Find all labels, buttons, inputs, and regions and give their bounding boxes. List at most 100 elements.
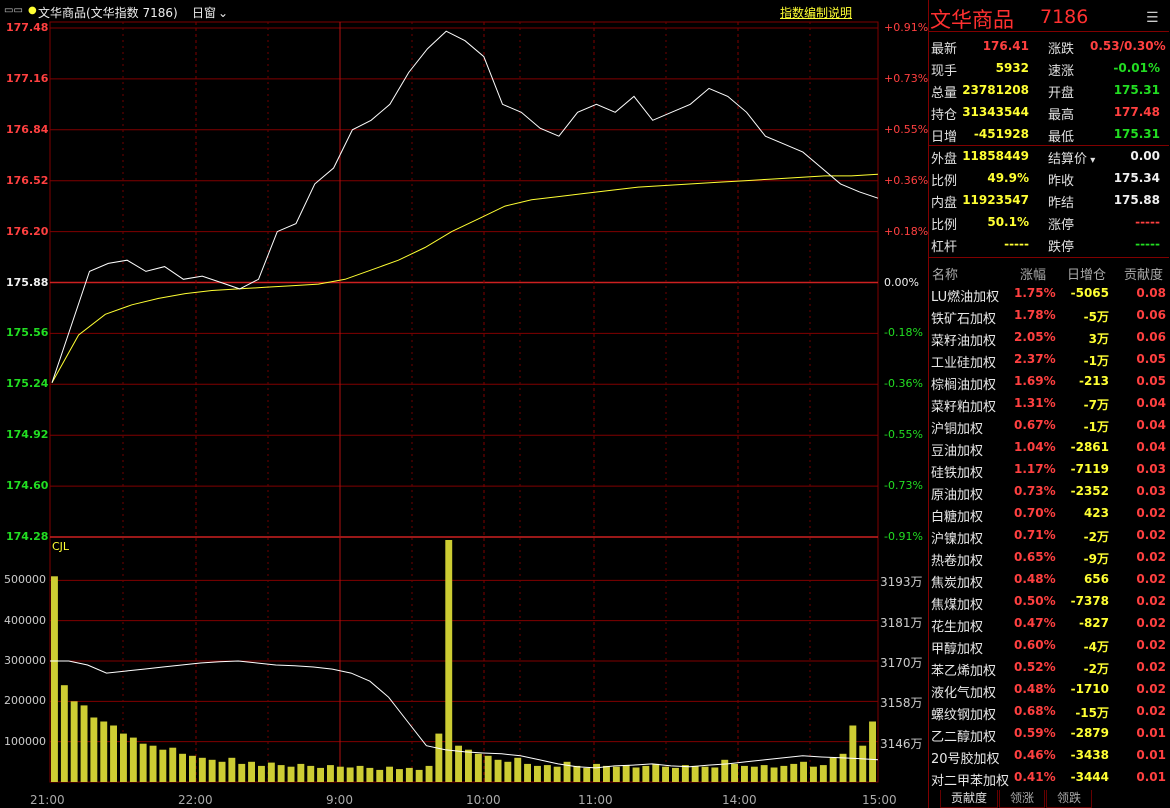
- volume-bar: [169, 747, 177, 782]
- contrib-cell: 0.02: [1136, 704, 1166, 718]
- volume-bar: [415, 769, 423, 782]
- quote-label: 昨收: [1048, 174, 1075, 189]
- contrib-cell: 0.02: [1136, 638, 1166, 652]
- table-row[interactable]: 工业硅加权 2.37% -1万 0.05: [929, 350, 1169, 372]
- volume-bar: [327, 765, 334, 782]
- tab-top-gainers[interactable]: 领涨: [999, 790, 1045, 808]
- instrument-name: 文华商品: [930, 8, 1014, 32]
- volume-bar: [642, 765, 650, 782]
- table-row[interactable]: 沪铜加权 0.67% -1万 0.04: [929, 416, 1169, 438]
- table-row[interactable]: 白糖加权 0.70% 423 0.02: [929, 504, 1169, 526]
- volume-bar: [750, 766, 758, 782]
- volume-bar: [494, 759, 502, 782]
- price-tick-label: 175.88: [6, 275, 49, 289]
- oi-cell: -4万: [1083, 640, 1109, 654]
- price-line: [51, 30, 879, 383]
- table-row[interactable]: 焦炭加权 0.48% 656 0.02: [929, 570, 1169, 592]
- oi-cell: -213: [1078, 374, 1109, 388]
- table-row[interactable]: 20号胶加权 0.46% -3438 0.01: [929, 746, 1169, 768]
- col-oi-header[interactable]: 日增仓: [1067, 264, 1106, 283]
- oi-cell: -1万: [1083, 354, 1109, 368]
- intraday-chart[interactable]: [0, 0, 928, 808]
- oi-cell: 423: [1083, 506, 1109, 520]
- table-row[interactable]: 甲醇加权 0.60% -4万 0.02: [929, 636, 1169, 658]
- table-row[interactable]: 热卷加权 0.65% -9万 0.02: [929, 548, 1169, 570]
- contrib-cell: 0.04: [1136, 418, 1166, 432]
- table-row[interactable]: 原油加权 0.73% -2352 0.03: [929, 482, 1169, 504]
- pct-tick-label: +0.18%: [884, 224, 929, 238]
- quote-value: 0.53/0.30%: [1090, 39, 1166, 53]
- quote-label: 总量: [931, 86, 958, 101]
- oi-cell: -5万: [1083, 310, 1109, 324]
- quote-label: 持仓: [931, 108, 958, 123]
- table-row[interactable]: 焦煤加权 0.50% -7378 0.02: [929, 592, 1169, 614]
- table-row[interactable]: 棕榈油加权 1.69% -213 0.05: [929, 372, 1169, 394]
- quote-value: -----: [1004, 237, 1029, 251]
- volume-tick-label: 200000: [4, 694, 46, 708]
- table-row[interactable]: 花生加权 0.47% -827 0.02: [929, 614, 1169, 636]
- volume-bar: [287, 766, 295, 782]
- quote-label: 外盘: [931, 152, 958, 167]
- pct-tick-label: -0.73%: [884, 479, 923, 493]
- oi-cell: 656: [1083, 572, 1109, 586]
- volume-bar: [553, 766, 561, 782]
- table-row[interactable]: 豆油加权 1.04% -2861 0.04: [929, 438, 1169, 460]
- col-change-header[interactable]: 涨幅: [1020, 264, 1046, 283]
- volume-bar: [760, 765, 768, 782]
- chart-grid: [49, 21, 879, 783]
- quote-value: -0.01%: [1113, 61, 1160, 75]
- contrib-cell: 0.02: [1136, 550, 1166, 564]
- volume-bar: [534, 765, 541, 782]
- oi-cell: -2万: [1083, 662, 1109, 676]
- volume-axis-label: CJL: [52, 540, 70, 553]
- col-contrib-header[interactable]: 贡献度: [1124, 264, 1163, 283]
- volume-tick-label: 400000: [4, 613, 46, 627]
- table-row[interactable]: 铁矿石加权 1.78% -5万 0.06: [929, 306, 1169, 328]
- name: 热卷加权: [931, 554, 984, 569]
- tab-contribution[interactable]: 贡献度: [940, 790, 998, 808]
- table-row[interactable]: 硅铁加权 1.17% -7119 0.03: [929, 460, 1169, 482]
- name: 硅铁加权: [931, 466, 984, 481]
- quote-label: 最低: [1048, 130, 1075, 145]
- table-row[interactable]: 乙二醇加权 0.59% -2879 0.01: [929, 724, 1169, 746]
- quote-label: 日增: [931, 130, 958, 145]
- table-row[interactable]: 液化气加权 0.48% -1710 0.02: [929, 680, 1169, 702]
- pct-tick-label: 0.00%: [884, 275, 919, 289]
- volume-bar: [120, 733, 127, 782]
- volume-bar: [622, 765, 630, 782]
- table-row[interactable]: 菜籽油加权 2.05% 3万 0.06: [929, 328, 1169, 350]
- table-row[interactable]: 菜籽粕加权 1.31% -7万 0.04: [929, 394, 1169, 416]
- quote-value: 175.31: [1113, 127, 1160, 141]
- holding-tick-label: 3193万: [880, 575, 923, 590]
- oi-cell: -2万: [1083, 530, 1109, 544]
- table-row[interactable]: 苯乙烯加权 0.52% -2万 0.02: [929, 658, 1169, 680]
- time-tick-label: 10:00: [466, 793, 501, 807]
- holding-tick-label: 3158万: [880, 696, 923, 711]
- instrument-code: 7186: [1040, 6, 1089, 28]
- holding-tick-label: 3181万: [880, 615, 923, 630]
- table-row[interactable]: 沪镍加权 0.71% -2万 0.02: [929, 526, 1169, 548]
- volume-bar: [721, 759, 729, 782]
- time-tick-label: 14:00: [722, 793, 757, 807]
- tab-top-losers[interactable]: 领跌: [1046, 790, 1092, 808]
- quote-value: 176.41: [982, 39, 1029, 53]
- pct-tick-label: +0.73%: [884, 71, 929, 85]
- contrib-cell: 0.02: [1136, 528, 1166, 542]
- volume-bar: [70, 701, 78, 782]
- table-row[interactable]: LU燃油加权 1.75% -5065 0.08: [929, 284, 1169, 306]
- pct-tick-label: -0.36%: [884, 377, 923, 391]
- quote-label: 杠杆: [931, 240, 958, 255]
- quote-label: 内盘: [931, 196, 958, 211]
- menu-icon[interactable]: ☰: [1146, 10, 1159, 26]
- name: 棕榈油加权: [931, 378, 997, 393]
- col-name-header[interactable]: 名称: [932, 264, 958, 283]
- volume-bar: [405, 767, 413, 782]
- table-row[interactable]: 螺纹钢加权 0.68% -15万 0.02: [929, 702, 1169, 724]
- table-row[interactable]: 对二甲苯加权 0.41% -3444 0.01: [929, 768, 1169, 790]
- price-tick-label: 174.28: [6, 530, 49, 543]
- volume-bar: [258, 765, 265, 782]
- name: LU燃油加权: [931, 290, 1000, 305]
- oi-cell: -7378: [1070, 594, 1109, 608]
- name: 工业硅加权: [931, 356, 997, 371]
- time-tick-label: 22:00: [178, 793, 213, 807]
